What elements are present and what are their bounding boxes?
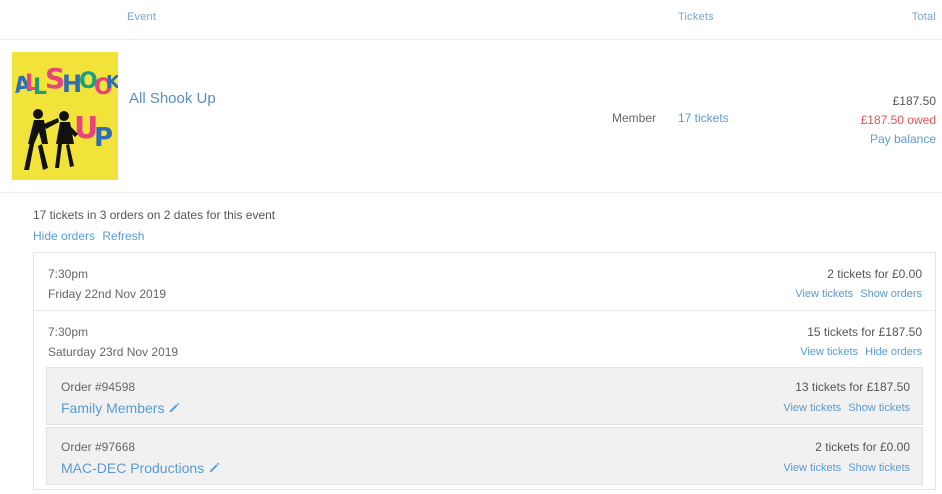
view-tickets-link[interactable]: View tickets bbox=[795, 288, 853, 300]
performance-time: 7:30pm bbox=[48, 325, 89, 339]
event-tickets-link[interactable]: 17 tickets bbox=[678, 111, 729, 125]
order-tickets-block: 13 tickets for £187.50 View tickets Show… bbox=[779, 377, 910, 419]
event-poster-image[interactable]: A L L S H O O K U P bbox=[12, 52, 118, 180]
date-tickets-summary: 2 tickets for £0.00 bbox=[827, 267, 922, 281]
refresh-link[interactable]: Refresh bbox=[102, 229, 144, 243]
performance-date: Saturday 23rd Nov 2019 bbox=[48, 345, 179, 359]
edit-pencil-icon[interactable] bbox=[168, 401, 181, 414]
order-tickets-summary: 2 tickets for £0.00 bbox=[815, 440, 910, 454]
order-card: Order #94598 Family Members 13 tickets f… bbox=[46, 367, 923, 425]
performance-date: Friday 22nd Nov 2019 bbox=[48, 287, 167, 301]
svg-text:K: K bbox=[106, 72, 118, 93]
edit-pencil-icon[interactable] bbox=[208, 461, 221, 474]
order-info: Order #94598 Family Members bbox=[61, 377, 181, 420]
view-tickets-link[interactable]: View tickets bbox=[800, 346, 858, 358]
event-total: £187.50 £187.50 owed Pay balance bbox=[861, 92, 936, 149]
order-name-link[interactable]: Family Members bbox=[61, 400, 164, 416]
date-tickets-block: 2 tickets for £0.00 View tickets Show or… bbox=[791, 264, 922, 304]
performance-time: 7:30pm bbox=[48, 267, 89, 281]
show-tickets-link[interactable]: Show tickets bbox=[848, 402, 910, 414]
show-orders-link[interactable]: Show orders bbox=[860, 288, 922, 300]
hide-orders-link[interactable]: Hide orders bbox=[865, 346, 922, 358]
dates-list: 7:30pm Friday 22nd Nov 2019 2 tickets fo… bbox=[33, 252, 936, 490]
view-tickets-link[interactable]: View tickets bbox=[783, 402, 841, 414]
order-info: Order #97668 MAC-DEC Productions bbox=[61, 437, 221, 480]
total-amount: £187.50 bbox=[892, 94, 936, 108]
date-tickets-block: 15 tickets for £187.50 View tickets Hide… bbox=[796, 322, 922, 362]
svg-text:P: P bbox=[94, 123, 113, 153]
performance-time-block: 7:30pm Friday 22nd Nov 2019 bbox=[48, 264, 166, 304]
show-tickets-link[interactable]: Show tickets bbox=[848, 462, 910, 474]
all-shook-up-poster-icon: A L L S H O O K U P bbox=[12, 52, 118, 180]
pay-balance-link[interactable]: Pay balance bbox=[861, 130, 936, 149]
order-tickets-block: 2 tickets for £0.00 View tickets Show ti… bbox=[779, 437, 910, 479]
view-tickets-link[interactable]: View tickets bbox=[783, 462, 841, 474]
order-tickets-summary: 13 tickets for £187.50 bbox=[795, 380, 910, 394]
membership-label: Member bbox=[612, 111, 657, 125]
tickets-column-header: Tickets bbox=[678, 11, 714, 23]
date-row: 7:30pm Friday 22nd Nov 2019 2 tickets fo… bbox=[34, 253, 935, 311]
event-row: A L L S H O O K U P All Shook Up Member … bbox=[0, 41, 942, 193]
order-number: Order #94598 bbox=[61, 380, 136, 394]
order-card: Order #97668 MAC-DEC Productions 2 ticke… bbox=[46, 427, 923, 485]
performance-time-block: 7:30pm Saturday 23rd Nov 2019 bbox=[48, 322, 178, 362]
table-header: Event Tickets Total bbox=[0, 0, 942, 40]
total-column-header: Total bbox=[911, 11, 936, 23]
order-number: Order #97668 bbox=[61, 440, 136, 454]
event-name-link[interactable]: All Shook Up bbox=[129, 90, 216, 107]
summary-actions: Hide orders Refresh bbox=[33, 229, 148, 243]
date-tickets-summary: 15 tickets for £187.50 bbox=[807, 325, 922, 339]
order-name-link[interactable]: MAC-DEC Productions bbox=[61, 460, 204, 476]
orders-summary: 17 tickets in 3 orders on 2 dates for th… bbox=[33, 208, 276, 222]
date-row: 7:30pm Saturday 23rd Nov 2019 15 tickets… bbox=[34, 311, 935, 490]
owed-amount: £187.50 owed bbox=[860, 113, 936, 127]
hide-orders-link[interactable]: Hide orders bbox=[33, 229, 95, 243]
event-column-header: Event bbox=[127, 11, 157, 23]
